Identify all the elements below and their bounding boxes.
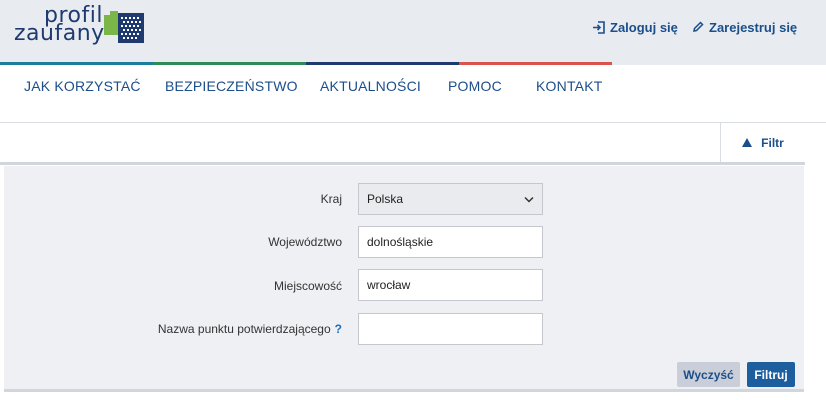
header: profil zaufany Zaloguj się Zarejestruj s… — [0, 0, 826, 65]
point-name-label-text: Nazwa punktu potwierdzającego — [157, 322, 331, 336]
login-link[interactable]: Zaloguj się — [592, 19, 678, 35]
login-icon — [593, 20, 605, 34]
nav-item-kontakt[interactable]: KONTAKT — [536, 78, 602, 94]
register-label: Zarejestruj się — [709, 19, 798, 35]
voivodeship-input-value: dolnośląskie — [367, 235, 434, 249]
point-name-label: Nazwa punktu potwierdzającego? — [158, 322, 342, 336]
voivodeship-input[interactable]: dolnośląskie — [358, 226, 543, 258]
chevron-down-icon — [524, 196, 534, 203]
filter-toggle-label: Filtr — [761, 135, 784, 150]
filter-toggle-button[interactable]: Filtr — [720, 123, 805, 162]
filter-submit-button[interactable]: Filtruj — [747, 362, 795, 387]
logo-text: profil zaufany — [14, 5, 105, 46]
page-edge — [805, 123, 826, 400]
pencil-icon — [693, 21, 704, 32]
register-link[interactable]: Zarejestruj się — [692, 19, 797, 35]
profil-zaufany-logo[interactable]: profil zaufany — [14, 5, 154, 52]
filter-panel: Kraj Polska Województwo dolnośląskie Mie… — [4, 166, 804, 392]
main-nav: JAK KORZYSTAĆ BEZPIECZEŃSTWO AKTUALNOŚCI… — [0, 65, 826, 123]
nav-item-jak-korzystac[interactable]: JAK KORZYSTAĆ — [24, 78, 141, 94]
help-icon[interactable]: ? — [335, 322, 342, 336]
login-label: Zaloguj się — [610, 19, 678, 35]
nav-item-aktualnosci[interactable]: AKTUALNOŚCI — [320, 78, 421, 94]
voivodeship-label: Województwo — [268, 235, 342, 249]
city-label: Miejscowość — [273, 279, 342, 293]
country-select[interactable]: Polska — [358, 183, 543, 215]
city-input[interactable]: wrocław — [358, 269, 543, 301]
filter-bar: Filtr — [0, 123, 805, 165]
country-label: Kraj — [320, 192, 342, 206]
country-select-value: Polska — [367, 192, 404, 206]
city-input-value: wrocław — [367, 278, 411, 292]
clear-button[interactable]: Wyczyść — [677, 362, 740, 387]
triangle-up-icon — [742, 138, 753, 147]
logo-mark-icon — [104, 11, 144, 43]
logo-line2: zaufany — [14, 21, 105, 46]
point-name-input[interactable] — [358, 313, 543, 345]
nav-item-bezpieczenstwo[interactable]: BEZPIECZEŃSTWO — [165, 78, 298, 94]
nav-item-pomoc[interactable]: POMOC — [448, 78, 502, 94]
